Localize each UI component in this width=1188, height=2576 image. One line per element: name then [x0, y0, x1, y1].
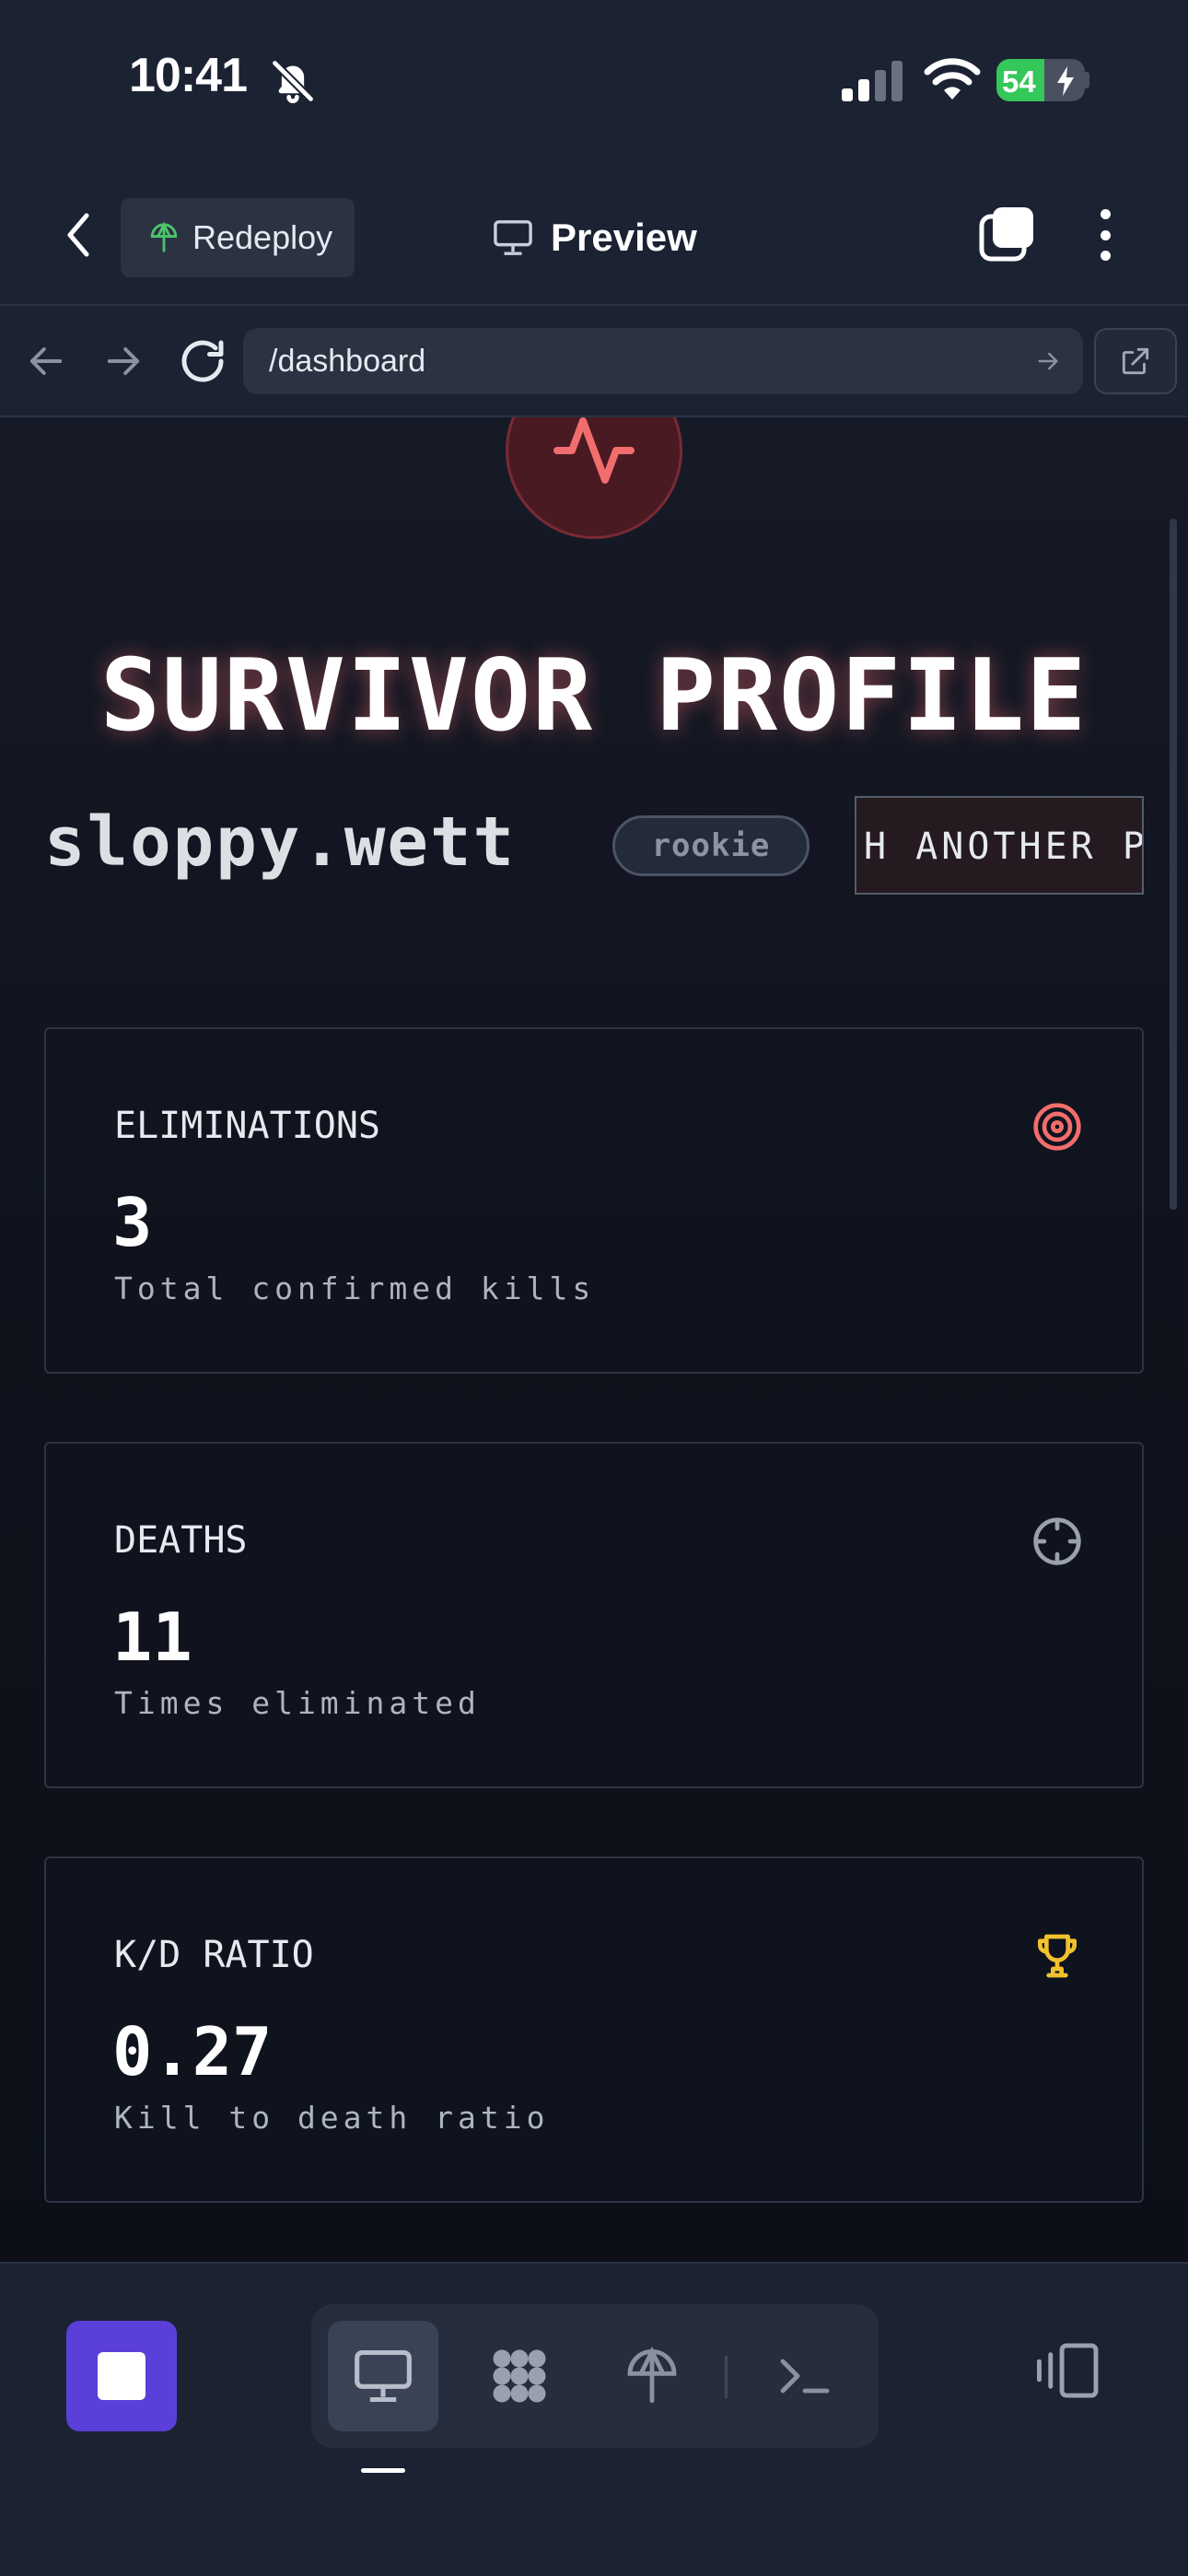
redeploy-button[interactable]: Redeploy [121, 198, 355, 277]
layout-toggle-button[interactable] [1030, 2334, 1103, 2407]
arrow-right-icon[interactable] [1033, 346, 1063, 376]
bell-slash-icon [271, 59, 315, 104]
battery-percent: 54 [1002, 64, 1036, 99]
more-dot [1100, 251, 1111, 261]
charging-bolt-icon [1057, 66, 1074, 96]
crosshair-icon [1033, 1517, 1081, 1565]
activity-pulse-icon [553, 417, 635, 484]
activity-badge [506, 417, 682, 539]
app-header: Redeploy Preview [0, 161, 1188, 306]
preview-title-text: Preview [551, 216, 697, 259]
url-text: /dashboard [269, 343, 426, 379]
browser-url-bar: /dashboard [0, 306, 1188, 417]
url-input[interactable]: /dashboard [243, 328, 1083, 394]
external-link-icon [1122, 347, 1149, 375]
preview-title: Preview [492, 207, 697, 268]
stat-caption: Kill to death ratio [114, 2100, 550, 2136]
stat-value: 0.27 [112, 2013, 273, 2090]
trophy-icon [1038, 1934, 1077, 1978]
battery-cap [1085, 72, 1089, 88]
stat-caption: Times eliminated [114, 1685, 481, 1721]
toolbar-divider [725, 2356, 728, 2398]
monitor-icon [494, 220, 532, 255]
bottom-toolbar [0, 2262, 1188, 2576]
open-external-button[interactable] [1094, 328, 1177, 394]
preview-tab-button[interactable] [328, 2321, 438, 2431]
page-title: SURVIVOR PROFILE [99, 638, 1089, 754]
dashboard-page: SURVIVOR PROFILE sloppy.wett rookie H AN… [0, 417, 1188, 2262]
active-tab-indicator [361, 2468, 405, 2473]
stat-card-kd-ratio: K/D RATIO 0.27 Kill to death ratio [44, 1856, 1144, 2203]
deploy-icon [150, 222, 178, 252]
split-view-icon [1037, 2343, 1099, 2398]
view-switcher [311, 2304, 879, 2448]
arrow-left-icon[interactable] [22, 337, 70, 385]
chevron-left-icon [67, 213, 89, 257]
more-options-button[interactable] [1087, 202, 1124, 268]
terminal-icon [780, 2359, 830, 2394]
scrollbar[interactable] [1170, 519, 1177, 1210]
network-tab-button[interactable] [464, 2321, 575, 2431]
stop-button[interactable] [66, 2321, 177, 2431]
arrow-right-icon[interactable] [99, 337, 147, 385]
username: sloppy.wett [44, 802, 517, 882]
wifi-icon [924, 58, 981, 100]
tabs-icon[interactable] [978, 205, 1037, 264]
status-bar: 10:41 54 [0, 0, 1188, 161]
stat-label: ELIMINATIONS [114, 1105, 380, 1147]
more-dot [1100, 209, 1111, 219]
monitor-icon [355, 2349, 412, 2403]
stat-value: 11 [112, 1598, 192, 1676]
status-time: 10:41 [129, 49, 248, 102]
ticker-banner: H ANOTHER PL [855, 796, 1144, 895]
stat-card-deaths: DEATHS 11 Times eliminated [44, 1442, 1144, 1788]
redeploy-label: Redeploy [192, 218, 333, 256]
stop-icon [98, 2352, 146, 2400]
stat-caption: Total confirmed kills [114, 1270, 596, 1306]
target-icon [1033, 1103, 1081, 1151]
battery-indicator: 54 [996, 59, 1085, 101]
stat-label: K/D RATIO [114, 1934, 314, 1976]
terminal-tab-button[interactable] [750, 2321, 860, 2431]
network-icon [493, 2349, 546, 2403]
ticker-text: H ANOTHER PL [864, 825, 1144, 868]
stat-card-eliminations: ELIMINATIONS 3 Total confirmed kills [44, 1027, 1144, 1374]
stat-label: DEATHS [114, 1519, 248, 1562]
rank-badge: rookie [612, 815, 809, 876]
deploy-tab-button[interactable] [597, 2321, 707, 2431]
back-button[interactable] [55, 207, 101, 263]
stat-value: 3 [112, 1184, 153, 1261]
more-dot [1100, 229, 1111, 240]
cellular-signal-icon [842, 61, 903, 101]
deploy-icon [627, 2347, 677, 2404]
reload-icon[interactable] [175, 334, 230, 389]
